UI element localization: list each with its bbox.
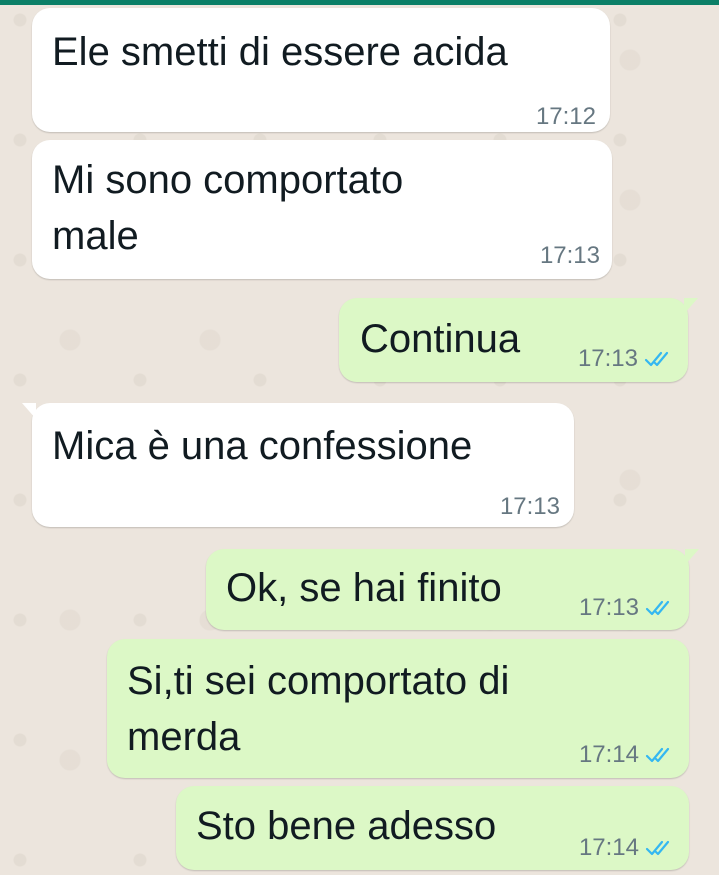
bubble-tail: [684, 298, 698, 314]
message-bubble-incoming[interactable]: Mi sono comportato male 17:13: [32, 140, 612, 279]
message-timestamp: 17:12: [535, 103, 596, 130]
message-bubble-outgoing[interactable]: Ok, se hai finito 17:13: [206, 549, 699, 630]
message-bubble-incoming[interactable]: Ele smetti di essere acida 17:12: [32, 8, 610, 132]
message-meta: 17:13: [578, 347, 670, 371]
message-timestamp: 17:14: [578, 834, 639, 861]
message-timestamp: 17:13: [577, 345, 638, 372]
message-bubble-outgoing[interactable]: Continua 17:13: [339, 298, 698, 382]
read-receipt-double-check-icon: [644, 350, 670, 368]
message-bubble-outgoing[interactable]: Si,ti sei comportato di merda 17:14: [107, 639, 689, 778]
message-text: Continua: [360, 317, 521, 361]
message-text-line: Mi sono comportato: [52, 158, 404, 202]
message-text: Sto bene adesso: [196, 804, 497, 848]
read-receipt-double-check-icon: [645, 839, 671, 857]
top-status-bar: [0, 0, 719, 5]
message-text-line: Si,ti sei comportato di: [127, 659, 510, 703]
message-timestamp: 17:14: [578, 741, 639, 768]
message-text: Ok, se hai finito: [226, 566, 502, 610]
read-receipt-double-check-icon: [645, 599, 671, 617]
message-bubble-incoming[interactable]: Mica è una confessione 17:13: [22, 403, 574, 527]
message-timestamp: 17:13: [499, 493, 560, 520]
message-meta: 17:13: [540, 244, 600, 268]
message-meta: 17:13: [500, 495, 560, 519]
message-bubble-outgoing[interactable]: Sto bene adesso 17:14: [176, 786, 689, 870]
message-text: Ele smetti di essere acida: [52, 30, 508, 74]
bubble-tail: [685, 549, 699, 565]
message-meta: 17:14: [579, 743, 671, 767]
message-text-line: male: [52, 214, 139, 258]
message-meta: 17:14: [579, 836, 671, 860]
message-timestamp: 17:13: [578, 594, 639, 621]
message-meta: 17:12: [536, 105, 596, 129]
message-meta: 17:13: [579, 596, 671, 620]
message-text: Mica è una confessione: [52, 424, 473, 468]
read-receipt-double-check-icon: [645, 746, 671, 764]
bubble-tail: [22, 403, 36, 419]
message-text-line: merda: [127, 715, 241, 759]
message-timestamp: 17:13: [539, 242, 600, 269]
